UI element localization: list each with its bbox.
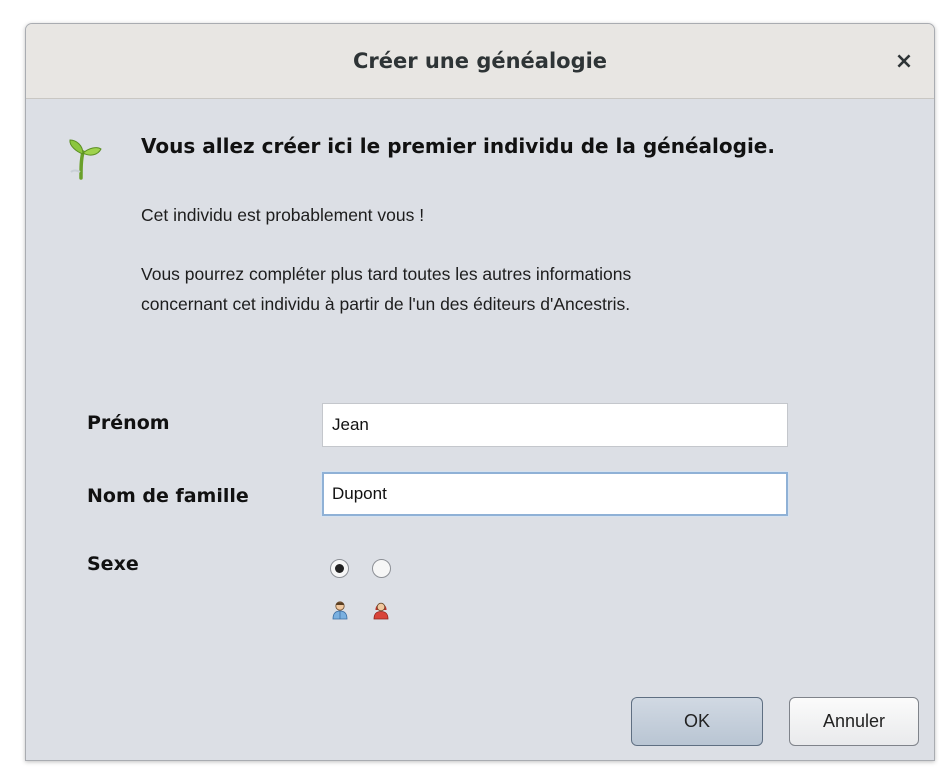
sex-female-radio[interactable] <box>372 559 391 578</box>
female-person-icon <box>373 602 389 620</box>
close-icon[interactable]: × <box>890 48 918 76</box>
ok-button[interactable]: OK <box>631 697 763 746</box>
lastname-label: Nom de famille <box>87 485 249 507</box>
firstname-label: Prénom <box>87 412 170 434</box>
firstname-field[interactable]: Jean <box>322 403 788 447</box>
intro-line-3: concernant cet individu à partir de l'un… <box>141 294 631 314</box>
lastname-field[interactable]: Dupont <box>322 472 788 516</box>
sex-male-radio[interactable] <box>330 559 349 578</box>
dialog-title: Créer une généalogie <box>352 49 608 73</box>
sprout-icon <box>69 139 102 180</box>
intro-heading: Vous allez créer ici le premier individu… <box>141 134 775 158</box>
title-bar[interactable]: Créer une généalogie × <box>26 24 934 99</box>
sex-label: Sexe <box>87 553 139 575</box>
intro-line-2: Vous pourrez compléter plus tard toutes … <box>141 264 632 284</box>
cancel-button[interactable]: Annuler <box>789 697 919 746</box>
create-genealogy-dialog: Créer une généalogie × Vous allez créer … <box>25 23 935 761</box>
male-person-icon <box>332 601 348 620</box>
intro-line-1: Cet individu est probablement vous ! <box>141 205 425 225</box>
